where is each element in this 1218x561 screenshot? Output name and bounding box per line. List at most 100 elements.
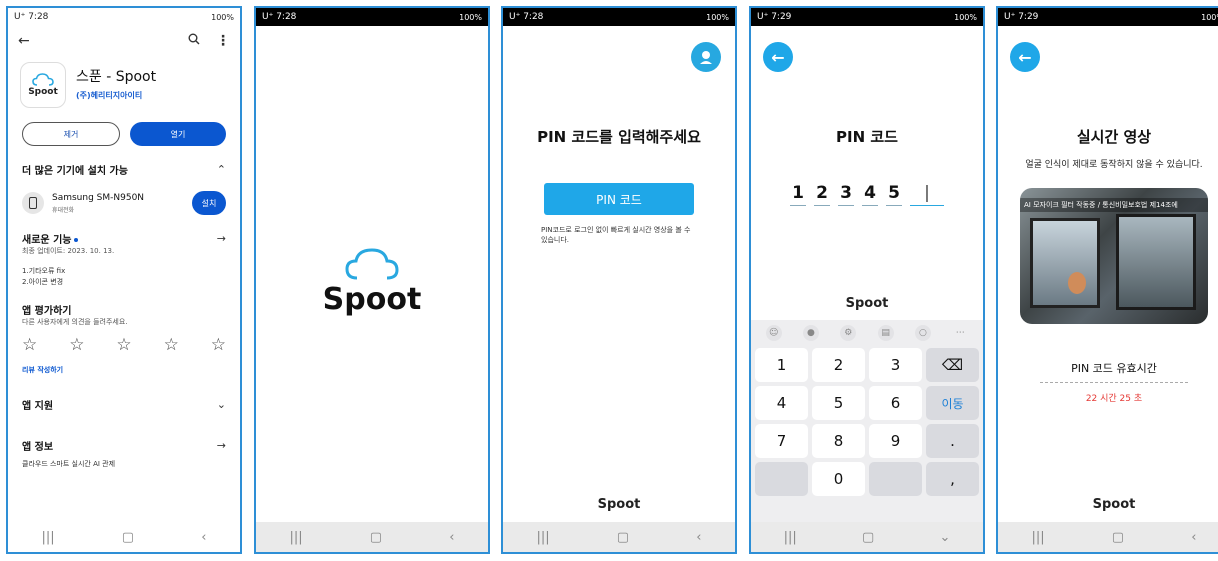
status-bar: U⁺ 7:28 100%: [256, 8, 488, 26]
cloud-logo-icon: [32, 73, 54, 86]
whats-new-section[interactable]: 새로운 기능 →: [8, 231, 240, 246]
recents-icon[interactable]: |||: [784, 530, 797, 545]
key-period[interactable]: .: [926, 424, 979, 458]
status-bar: U⁺ 7:28 100%: [8, 8, 240, 26]
back-icon[interactable]: ‹: [696, 530, 701, 545]
uninstall-button[interactable]: 제거: [22, 122, 120, 146]
star-outline-icon[interactable]: ☆: [211, 335, 226, 355]
app-name: 스푼 - Spoot: [76, 69, 157, 85]
section-title: 새로운 기능: [22, 235, 72, 246]
chevron-down-icon[interactable]: ⌄: [939, 530, 950, 545]
chevron-up-icon[interactable]: ⌃: [217, 163, 226, 176]
section-title: 앱 정보: [22, 442, 54, 453]
mic-icon[interactable]: ●: [802, 325, 819, 341]
arrow-right-icon[interactable]: →: [217, 232, 226, 245]
status-battery: 100%: [1201, 12, 1218, 22]
status-time: U⁺ 7:29: [757, 12, 792, 22]
live-video[interactable]: AI 모자이크 필터 작동중 / 통신비밀보호법 제14조에: [1020, 188, 1208, 324]
back-arrow-icon[interactable]: ←: [18, 33, 30, 49]
nav-bar: ||| ▢ ⌄: [751, 522, 983, 552]
avatar-icon: [700, 51, 712, 64]
key-5[interactable]: 5: [812, 386, 865, 420]
device-type: 휴대전화: [52, 206, 75, 214]
clipboard-icon[interactable]: ▤: [877, 325, 894, 341]
star-outline-icon[interactable]: ☆: [164, 335, 179, 355]
section-title: 더 많은 기기에 설치 가능: [22, 166, 128, 177]
status-time: U⁺ 7:28: [14, 12, 49, 22]
app-support-section[interactable]: 앱 지원 ⌄: [8, 397, 240, 412]
logo-wordmark: Spoot: [322, 282, 422, 317]
home-icon[interactable]: ▢: [370, 530, 382, 545]
brand-logo: Spoot: [845, 296, 889, 311]
phone-pin-input: U⁺ 7:29 100% ← PIN 코드 1 2 3 4 5 | Spoot …: [749, 6, 985, 554]
phone-device-icon: [22, 192, 44, 214]
cloud-logo-icon: [345, 248, 399, 280]
write-review-link[interactable]: 리뷰 작성하기: [8, 365, 240, 375]
recents-icon[interactable]: |||: [1032, 530, 1045, 545]
key-8[interactable]: 8: [812, 424, 865, 458]
status-bar: U⁺ 7:29 100%: [998, 8, 1218, 26]
avatar-button[interactable]: [691, 42, 721, 72]
phone-pin-prompt: U⁺ 7:28 100% PIN 코드를 입력해주세요 PIN 코드 PIN코드…: [501, 6, 737, 554]
key-next[interactable]: 이동: [926, 386, 979, 420]
search-icon[interactable]: ○: [914, 325, 931, 341]
section-title: 앱 평가하기: [22, 306, 72, 317]
home-icon[interactable]: ▢: [1112, 530, 1124, 545]
back-icon[interactable]: ‹: [1191, 530, 1196, 545]
pin-description: PIN코드로 로그인 없이 빠르게 실시간 영상을 볼 수 있습니다.: [541, 226, 691, 244]
emoji-icon[interactable]: ☺: [765, 325, 782, 341]
mosaic-face: [1068, 272, 1086, 294]
home-icon[interactable]: ▢: [122, 530, 134, 545]
star-outline-icon[interactable]: ☆: [22, 335, 37, 355]
app-info-section[interactable]: 앱 정보 →: [8, 438, 240, 453]
star-outline-icon[interactable]: ☆: [69, 335, 84, 355]
arrow-right-icon[interactable]: →: [217, 439, 226, 452]
chevron-down-icon[interactable]: ⌄: [217, 398, 226, 411]
nav-bar: ||| ▢ ‹: [8, 522, 240, 552]
back-icon[interactable]: ‹: [201, 530, 206, 545]
key-2[interactable]: 2: [812, 348, 865, 382]
pin-digits[interactable]: 1 2 3 4 5 |: [751, 183, 983, 206]
recents-icon[interactable]: |||: [290, 530, 303, 545]
more-devices-section[interactable]: 더 많은 기기에 설치 가능 ⌃: [8, 162, 240, 177]
app-developer[interactable]: (주)헤리티지아이티: [76, 90, 156, 101]
key-blank: [755, 462, 808, 496]
home-icon[interactable]: ▢: [617, 530, 629, 545]
back-arrow-icon: ←: [771, 47, 785, 67]
key-0[interactable]: 0: [812, 462, 865, 496]
key-4[interactable]: 4: [755, 386, 808, 420]
key-6[interactable]: 6: [869, 386, 922, 420]
phone-splash: U⁺ 7:28 100% Spoot ||| ▢ ‹: [254, 6, 490, 554]
status-battery: 100%: [211, 12, 234, 22]
star-outline-icon[interactable]: ☆: [116, 335, 131, 355]
back-icon[interactable]: ‹: [449, 530, 454, 545]
status-battery: 100%: [459, 12, 482, 22]
search-icon[interactable]: [188, 33, 200, 49]
more-vert-icon[interactable]: ⋮: [216, 33, 230, 49]
video-window: [1030, 218, 1100, 308]
key-comma[interactable]: ,: [926, 462, 979, 496]
pin-digit: 2: [814, 183, 830, 206]
pin-code-button[interactable]: PIN 코드: [544, 183, 694, 215]
install-button[interactable]: 설치: [192, 191, 226, 215]
settings-icon[interactable]: ⚙: [840, 325, 857, 341]
status-time: U⁺ 7:29: [1004, 12, 1039, 22]
backspace-icon[interactable]: ⌫: [926, 348, 979, 382]
key-9[interactable]: 9: [869, 424, 922, 458]
pin-cursor[interactable]: |: [910, 183, 944, 206]
key-grid: 1 2 3 ⌫ 4 5 6 이동 7 8 9 . 0 ,: [751, 346, 983, 498]
status-time: U⁺ 7:28: [509, 12, 544, 22]
open-button[interactable]: 열기: [130, 122, 226, 146]
release-note: 2.아이콘 변경: [22, 278, 64, 286]
key-3[interactable]: 3: [869, 348, 922, 382]
more-horiz-icon[interactable]: ⋯: [952, 325, 968, 341]
recents-icon[interactable]: |||: [537, 530, 550, 545]
home-icon[interactable]: ▢: [862, 530, 874, 545]
device-name: Samsung SM-N950N: [52, 192, 145, 203]
key-7[interactable]: 7: [755, 424, 808, 458]
back-button[interactable]: ←: [763, 42, 793, 72]
nav-bar: ||| ▢ ‹: [256, 522, 488, 552]
back-button[interactable]: ←: [1010, 42, 1040, 72]
recents-icon[interactable]: |||: [42, 530, 55, 545]
key-1[interactable]: 1: [755, 348, 808, 382]
